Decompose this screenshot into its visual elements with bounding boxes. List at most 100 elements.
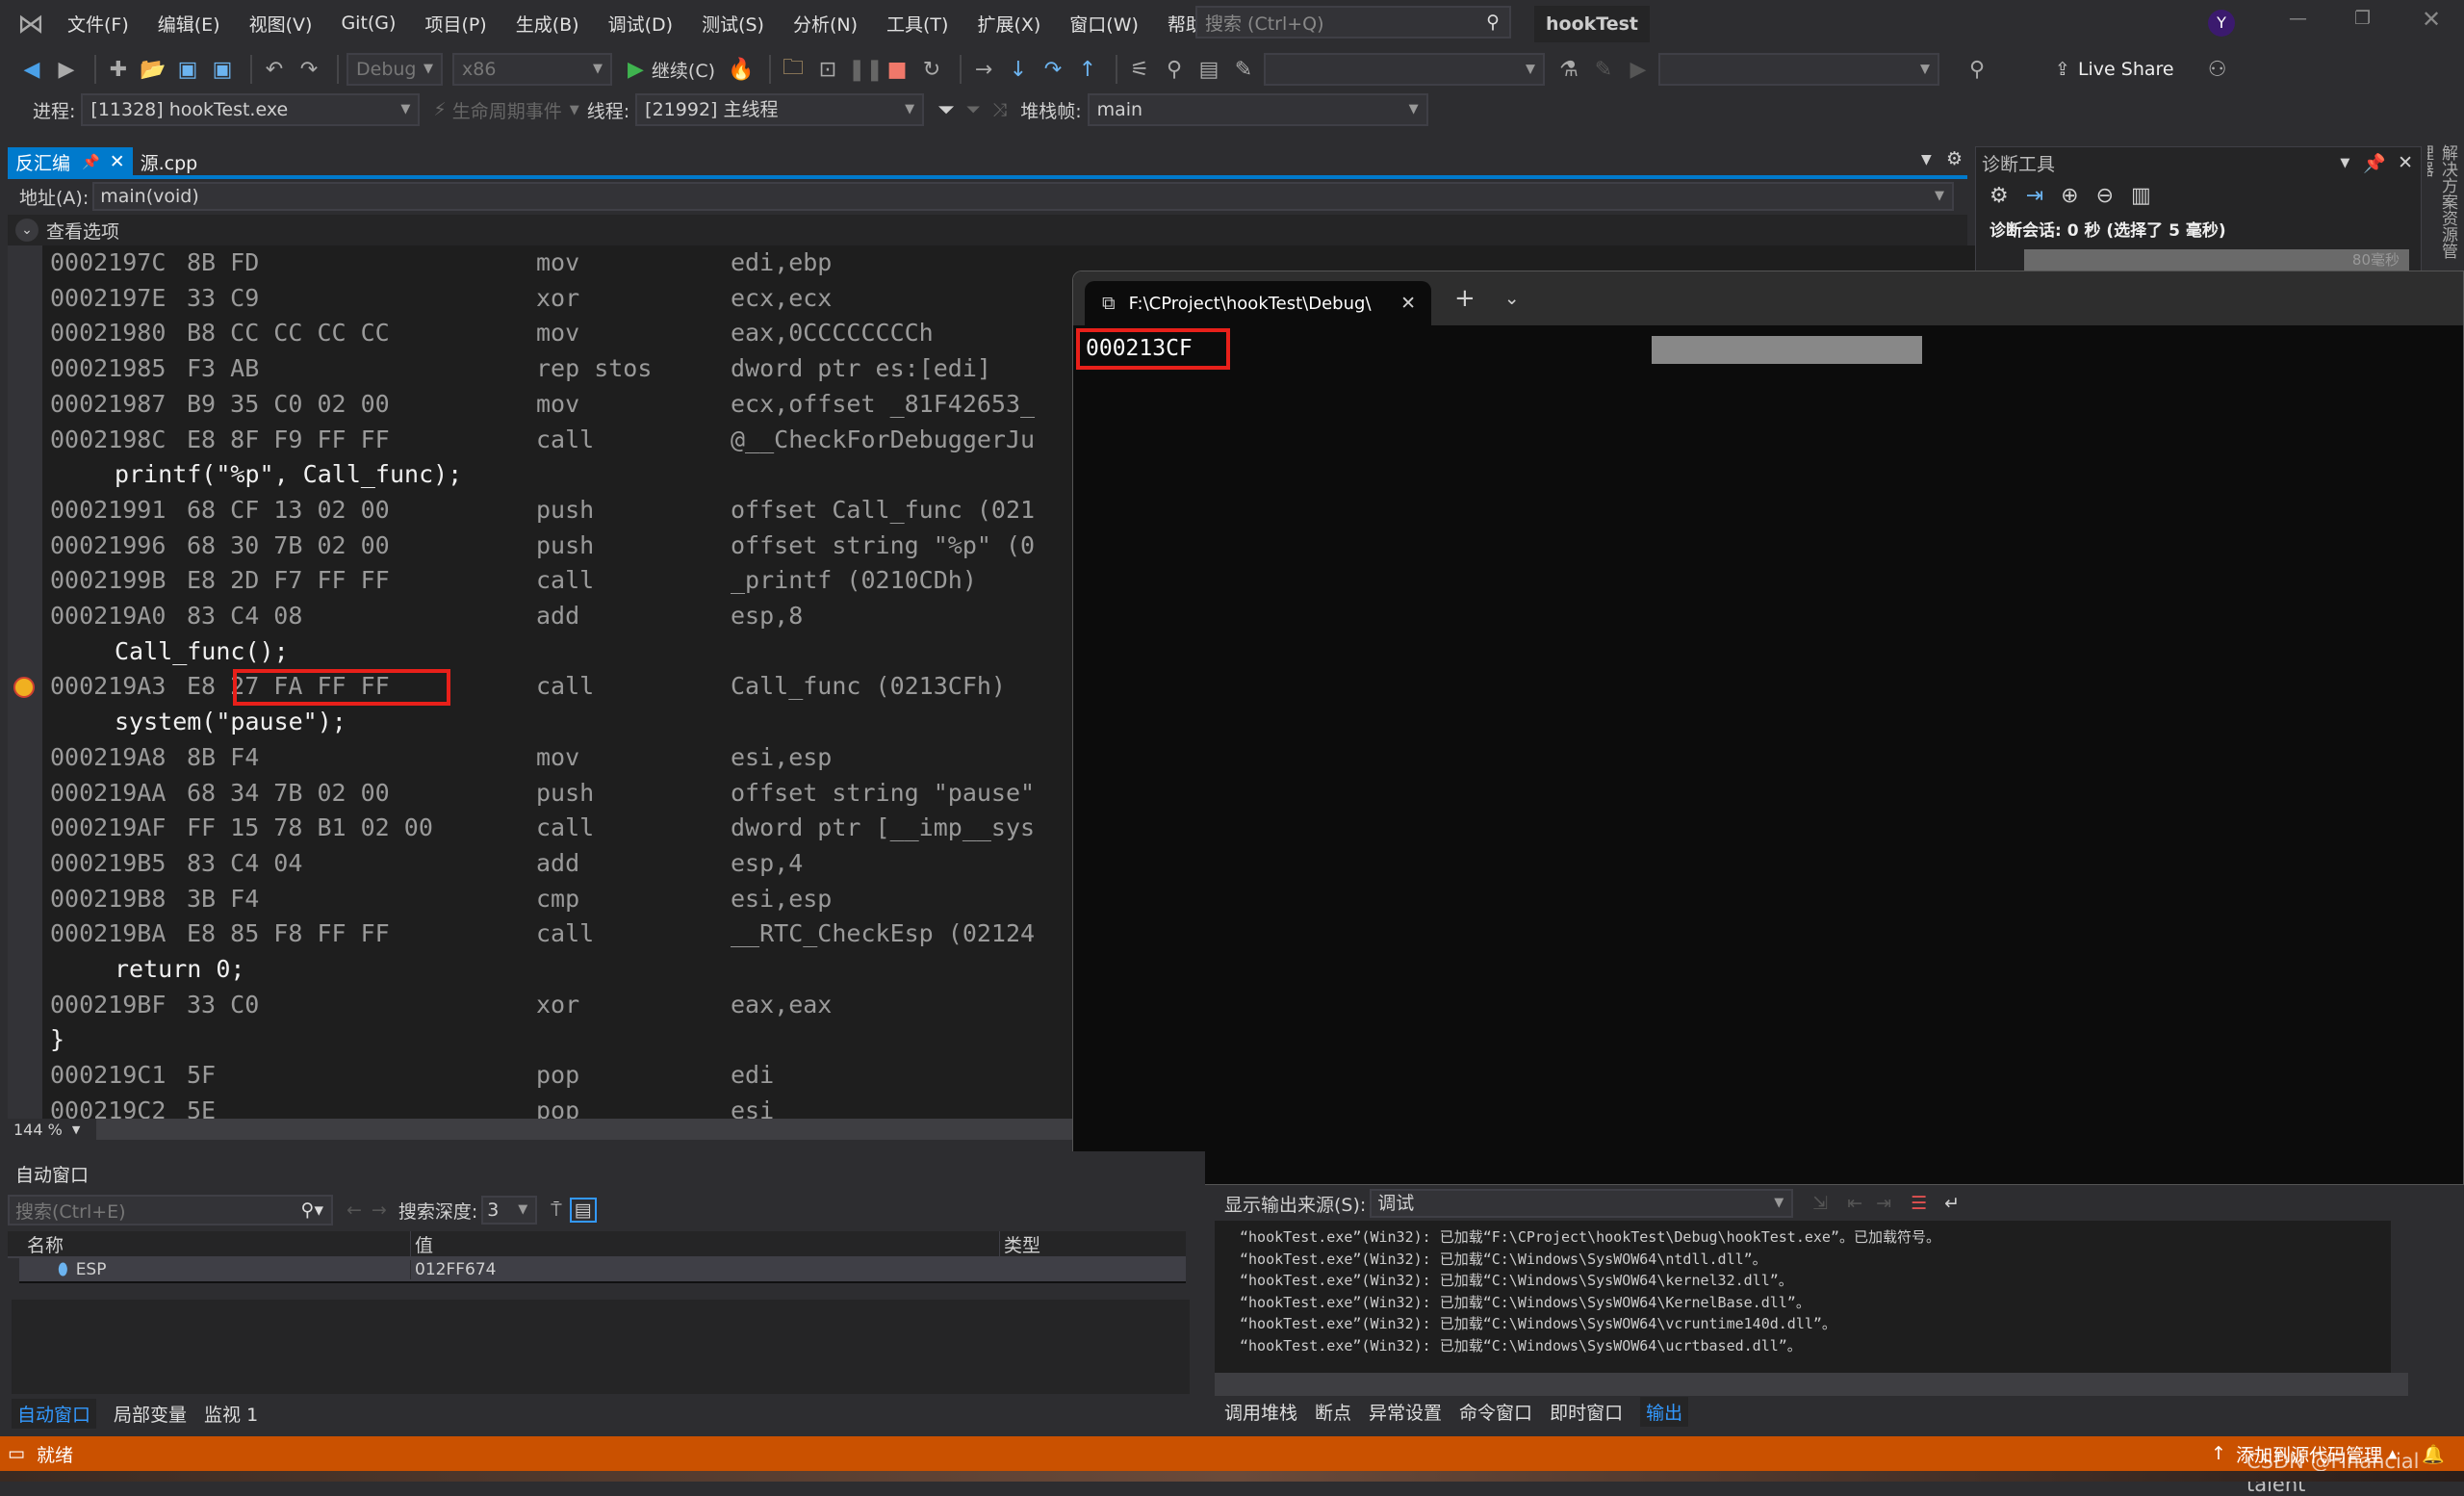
tab-menu-chevron-icon[interactable]: ⌄ [1504,288,1520,309]
address-input[interactable]: main(void) ▼ [92,182,1954,211]
close-tab-icon[interactable]: ✕ [110,151,125,172]
timeline-bar[interactable]: 80毫秒 [2024,249,2409,272]
pause-icon[interactable]: ❚❚ [848,58,884,82]
menu-item[interactable]: Git(G) [341,13,396,34]
source-line[interactable]: } [50,1022,64,1058]
console-window[interactable]: ⧉ F:\CProject\hookTest\Debug\ ✕ + ⌄ 0002… [1072,271,2464,1185]
open-file-icon[interactable]: 📂 [139,58,167,82]
toolbar-dropdown-2[interactable]: ▼ [1658,53,1940,86]
chart-icon[interactable]: ▥ [2131,184,2151,208]
tab-list-dropdown-icon[interactable]: ▼ [1921,152,1932,168]
solution-explorer-strip[interactable]: 解决方案资源管理器 [2427,144,2460,270]
find-source-icon[interactable]: 🗀 [779,51,808,88]
console-tab[interactable]: ⧉ F:\CProject\hookTest\Debug\ ✕ [1085,281,1431,325]
pen-icon[interactable]: ✎ [1589,58,1618,82]
threads-icon[interactable]: ⚲ [1160,58,1189,82]
back-icon[interactable]: ◀ [17,58,46,82]
pane-dropdown-icon[interactable]: ▼ [2340,156,2349,170]
restore-button[interactable]: ❐ [2354,8,2371,29]
pin-icon[interactable]: 📌 [82,153,100,170]
stack-frame-dropdown[interactable]: main ▼ [1087,93,1428,126]
column-value[interactable]: 值 [410,1230,999,1257]
stop-icon[interactable]: ■ [883,58,911,82]
pin-icon[interactable]: 📌 [2363,152,2386,174]
save-all-icon[interactable]: ▣ [208,58,237,82]
menu-item[interactable]: 分析(N) [793,11,858,37]
new-item-icon[interactable]: ✚ [104,58,133,82]
goto-line-icon[interactable]: ⇲ [1812,1193,1828,1214]
restart-icon[interactable]: ↻ [917,58,946,82]
column-type[interactable]: 类型 [999,1230,1040,1257]
menu-item[interactable]: 窗口(W) [1069,11,1139,37]
menu-item[interactable]: 调试(D) [608,11,673,37]
step-into-icon[interactable]: ↓ [1004,58,1033,82]
prev-message-icon[interactable]: ⇤ [1847,1193,1862,1214]
source-line[interactable]: Call_func(); [115,634,289,670]
step-out-icon[interactable]: ↑ [1073,58,1102,82]
output-tab[interactable]: 命令窗口 [1459,1399,1532,1425]
hex-display-icon[interactable]: ⚟ [1125,58,1154,82]
clear-all-icon[interactable]: ☰ [1911,1193,1927,1214]
diag-export-icon[interactable]: ⇥ [2026,184,2043,208]
undo-icon[interactable]: ↶ [260,58,289,82]
process-dropdown[interactable]: [11328] hookTest.exe ▼ [81,93,421,126]
output-tab[interactable]: 调用堆栈 [1224,1399,1297,1425]
tab-source-cpp[interactable]: 源.cpp [133,149,206,175]
word-wrap-icon[interactable]: ↵ [1944,1193,1960,1214]
show-next-statement-icon[interactable]: → [969,58,998,82]
diag-settings-icon[interactable]: ⚙ [1989,184,2009,208]
view-options-toggle[interactable]: ⌄ 查看选项 [8,215,1967,245]
hot-reload-icon[interactable]: 🔥 [727,58,756,82]
close-pane-icon[interactable]: ✕ [2398,152,2413,173]
search-depth-dropdown[interactable]: 3 ▼ [481,1196,538,1225]
back-arrow-icon[interactable]: ← [346,1199,362,1221]
forward-icon[interactable]: ▶ [52,58,81,82]
source-line[interactable]: system("pause"); [115,705,346,740]
menu-item[interactable]: 测试(S) [702,11,764,37]
filter-icon[interactable]: ⏷ [937,98,955,122]
menu-item[interactable]: 文件(F) [67,11,129,37]
avatar[interactable]: Y [2208,10,2235,37]
close-window-button[interactable]: ✕ [2422,6,2441,33]
tab-locals[interactable]: 局部变量 [114,1401,187,1427]
feedback-icon[interactable]: ⚇ [2203,58,2232,82]
step-over-icon[interactable]: ↷ [1039,58,1067,82]
zoom-dropdown[interactable]: 144 % ▼ [8,1119,96,1140]
close-console-tab-icon[interactable]: ✕ [1400,293,1416,314]
search-box[interactable]: 搜索 (Ctrl+Q) ⚲ [1195,6,1511,39]
redo-icon[interactable]: ↷ [295,58,323,82]
config-dropdown[interactable]: Debug ▼ [346,53,443,86]
zoom-out-icon[interactable]: ⊖ [2096,184,2114,208]
output-tab[interactable]: 异常设置 [1369,1399,1442,1425]
live-share-button[interactable]: ⇪ Live Share [2055,59,2174,80]
upload-arrow-icon[interactable]: ↑ [2211,1443,2226,1464]
platform-dropdown[interactable]: x86 ▼ [452,53,612,86]
comment-icon[interactable]: ▤ [1194,58,1223,82]
table-row[interactable]: ⬮ ESP 012FF674 [19,1258,1186,1283]
zoom-in-icon[interactable]: ⊕ [2061,184,2078,208]
lifecycle-dropdown-arrow[interactable]: ▼ [570,103,579,117]
output-text[interactable]: “hookTest.exe”(Win32): 已加载“F:\CProject\h… [1215,1221,2391,1373]
tab-autos[interactable]: 自动窗口 [12,1398,97,1429]
menu-item[interactable]: 视图(V) [249,11,313,37]
bookmark-icon[interactable]: ✎ [1229,58,1258,82]
output-tab[interactable]: 输出 [1640,1396,1689,1427]
new-tab-icon[interactable]: + [1454,284,1476,313]
hex-view-icon[interactable]: ▤ [569,1198,597,1223]
filter-off-icon[interactable]: ⏷ [966,99,981,120]
hierarchy-icon[interactable]: ⚲ [1963,58,1991,82]
thread-dropdown[interactable]: [21992] 主线程 ▼ [635,93,925,126]
output-tab[interactable]: 即时窗口 [1550,1399,1623,1425]
source-line[interactable]: return 0; [115,952,244,988]
menu-item[interactable]: 工具(T) [886,11,948,37]
tab-watch-1[interactable]: 监视 1 [204,1401,258,1427]
pin-filter-icon[interactable]: ⍑ [551,1199,561,1221]
menu-item[interactable]: 生成(B) [516,11,579,37]
output-tab[interactable]: 断点 [1315,1399,1351,1425]
output-source-dropdown[interactable]: 调试 ▼ [1370,1189,1794,1218]
tab-disassembly[interactable]: 反汇编 📌 ✕ [8,147,133,176]
diagnostic-icon[interactable]: ⚗ [1554,58,1583,82]
screenshot-icon[interactable]: ⊡ [813,58,842,82]
forward-arrow-icon[interactable]: → [372,1199,387,1221]
save-icon[interactable]: ▣ [173,58,202,82]
